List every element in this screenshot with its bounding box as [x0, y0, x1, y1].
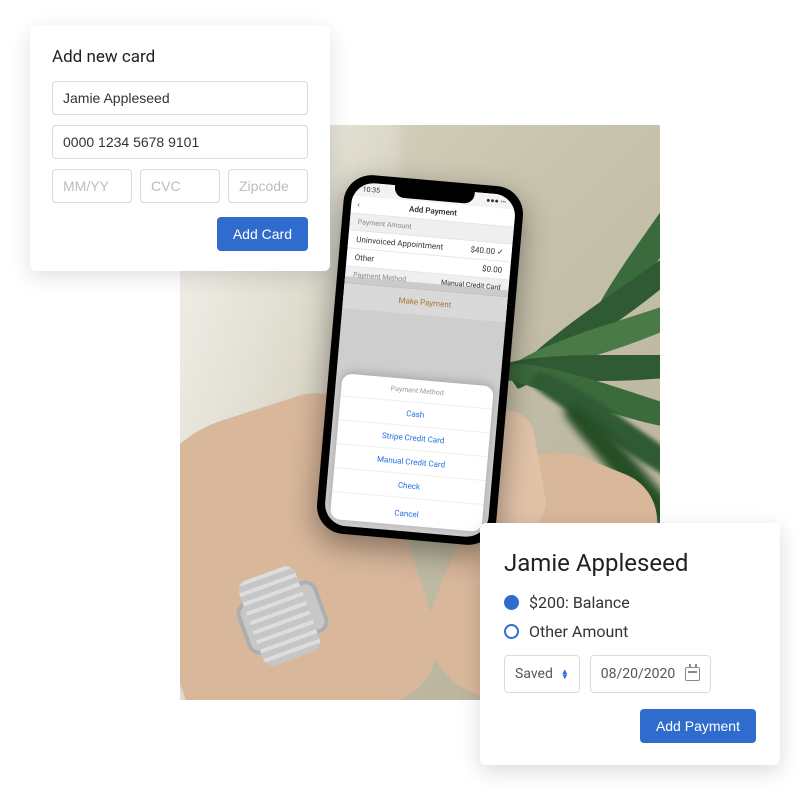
- saved-label: Saved: [515, 666, 553, 682]
- add-card-button[interactable]: Add Card: [217, 217, 308, 251]
- phone-mockup: 10:35 ●●● ⎓ ‹ Add Payment Payment Amount…: [315, 173, 526, 547]
- cvc-input[interactable]: [140, 169, 220, 203]
- other-label: Other Amount: [529, 622, 628, 641]
- balance-option[interactable]: $200: Balance: [504, 593, 756, 612]
- status-icons: ●●● ⎓: [486, 196, 507, 207]
- add-payment-button[interactable]: Add Payment: [640, 709, 756, 743]
- add-card-panel: Add new card Add Card: [30, 25, 330, 271]
- customer-name: Jamie Appleseed: [504, 549, 756, 577]
- date-picker[interactable]: 08/20/2020: [590, 655, 712, 693]
- radio-selected-icon: [504, 595, 519, 610]
- action-sheet: Payment Method Cash Stripe Credit Card M…: [330, 373, 494, 532]
- zip-input[interactable]: [228, 169, 308, 203]
- other-amount-option[interactable]: Other Amount: [504, 622, 756, 641]
- phone-time: 10:35: [362, 185, 380, 194]
- payment-method-select[interactable]: Saved ▲▼: [504, 655, 580, 693]
- add-card-title: Add new card: [52, 47, 308, 67]
- card-number-input[interactable]: [52, 125, 308, 159]
- date-value: 08/20/2020: [601, 666, 676, 682]
- phone-title: Add Payment: [409, 204, 458, 217]
- expiry-input[interactable]: [52, 169, 132, 203]
- add-payment-panel: Jamie Appleseed $200: Balance Other Amou…: [480, 523, 780, 765]
- radio-unselected-icon: [504, 624, 519, 639]
- cardholder-name-input[interactable]: [52, 81, 308, 115]
- stepper-icon: ▲▼: [561, 669, 569, 679]
- balance-label: $200: Balance: [529, 593, 630, 612]
- calendar-icon: [685, 667, 700, 681]
